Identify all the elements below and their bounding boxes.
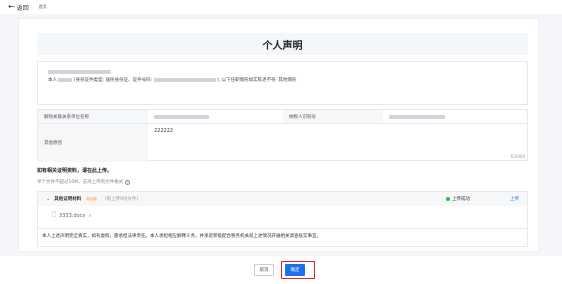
declaration-idtype: (身份证件类型: 居民身份证、证件号码: — [73, 78, 153, 83]
back-label: 返回 — [16, 4, 29, 12]
other-reason-value: 222222 — [154, 128, 174, 134]
file-name[interactable]: 3333.docx — [59, 213, 85, 219]
other-reason-label: 其他原因 — [38, 124, 148, 162]
main-panel: 个人声明 : 本人 (身份证件类型: 居民身份证、证件号码: ), 以下任职情形… — [18, 18, 539, 252]
confirm-button[interactable]: 确定 — [285, 264, 305, 276]
optional-tag: 非必填 — [84, 196, 99, 202]
form-row-other: 其他原因 222222 6/2000 — [38, 124, 527, 162]
back-button[interactable]: ← 返回 — [8, 3, 29, 12]
declaration-prefix: 本人 — [48, 78, 57, 83]
declaration-line-2: 本人 (身份证件类型: 居民身份证、证件号码: ), 以下任职情形如实陈述不符:… — [48, 77, 517, 85]
declaration-line-1: : — [48, 69, 517, 77]
redacted-text — [48, 69, 110, 74]
other-reason-textarea[interactable]: 222222 6/2000 — [148, 124, 529, 162]
top-bar: ← 返回 首页 — [0, 0, 562, 14]
upload-hint: 单个文件不超过10M，支持上传的文件格式 ? — [37, 179, 131, 185]
declaration-suffix: ), 以下任职情形如实陈述不符: 其他情形 — [216, 78, 297, 83]
breadcrumb[interactable]: 首页 — [39, 4, 47, 10]
attachment-name: 其他证明材料 — [54, 197, 82, 202]
redacted-name — [58, 77, 73, 82]
redacted-id — [153, 77, 216, 82]
tax-id-value — [383, 110, 529, 123]
redacted-tax-id — [389, 114, 445, 119]
tax-id-label: 纳税人识别号 — [283, 110, 383, 123]
disclaimer-text: 本人上述声明完全真实，如有虚假，愿承担法律责任。本人承担相应解释义务，并承诺积极… — [38, 228, 527, 243]
company-label: 解除关联关系单位名称 — [38, 110, 148, 123]
char-counter: 6/2000 — [510, 154, 525, 159]
back-arrow-icon: ← — [8, 2, 15, 11]
status-text: 上传成功 — [452, 197, 470, 202]
cancel-button[interactable]: 取消 — [254, 264, 274, 276]
page-title: 个人声明 — [37, 33, 528, 55]
upload-link[interactable]: 上传 — [510, 192, 519, 206]
upload-hint-text: 单个文件不超过10M，支持上传的文件格式 — [37, 180, 124, 185]
redacted-company — [154, 114, 209, 119]
attachment-section: ⌄ 其他证明材料 非必填 (限上传9份文件) 上传成功 上传 🗋 3333.do… — [37, 191, 528, 247]
attachment-header: ⌄ 其他证明材料 非必填 (限上传9份文件) 上传成功 上传 — [38, 192, 527, 206]
status-dot-icon — [446, 197, 450, 201]
file-icon: 🗋 — [52, 212, 57, 218]
form-row-company: 解除关联关系单位名称 纳税人识别号 — [38, 110, 527, 124]
form-table: 解除关联关系单位名称 纳税人识别号 其他原因 222222 6/2000 — [37, 109, 528, 162]
upload-title: 如有相关证明资料，请在此上传。 — [37, 168, 113, 174]
attachment-note: (限上传9份文件) — [104, 197, 139, 202]
company-value — [148, 110, 283, 123]
file-item: 🗋 3333.docx × — [52, 212, 92, 220]
footer-bar: 取消 确定 — [0, 256, 562, 284]
chevron-down-icon[interactable]: ⌄ — [46, 196, 50, 202]
remove-file-icon[interactable]: × — [88, 214, 92, 219]
declaration-box: : 本人 (身份证件类型: 居民身份证、证件号码: ), 以下任职情形如实陈述不… — [37, 61, 528, 105]
upload-status: 上传成功 — [446, 192, 470, 206]
info-icon[interactable]: ? — [125, 179, 131, 185]
